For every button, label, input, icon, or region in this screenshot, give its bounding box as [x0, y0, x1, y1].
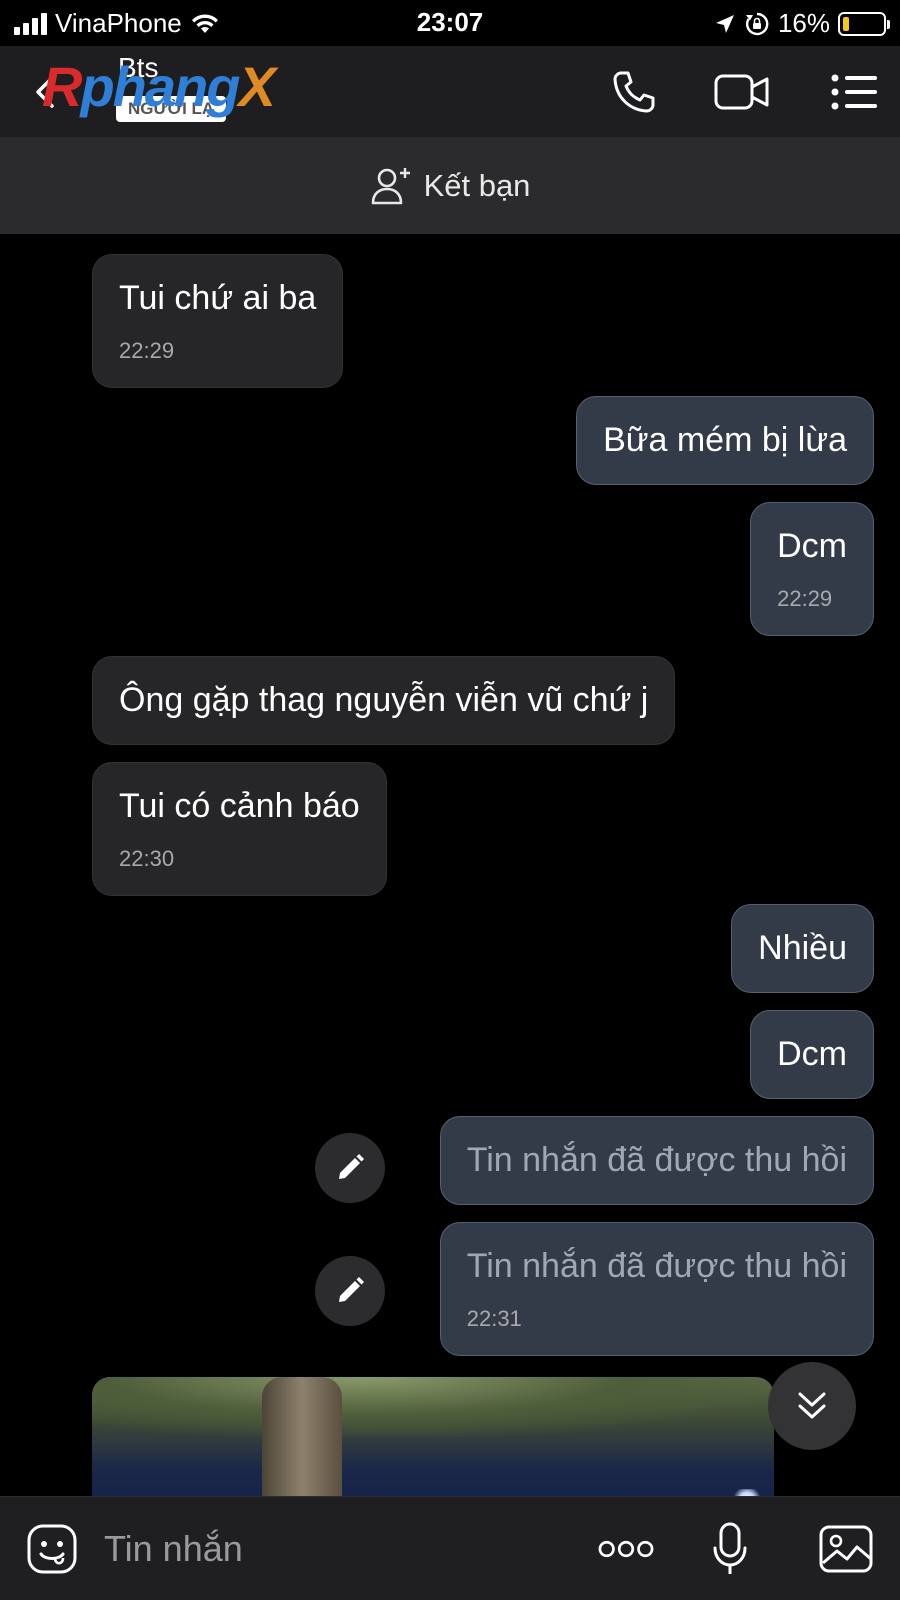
microphone-icon	[713, 1522, 747, 1574]
add-friend-label: Kết bạn	[423, 168, 531, 203]
video-call-icon	[714, 74, 769, 110]
photo-tree-trunk	[262, 1377, 342, 1496]
message-text: Ông gặp thag nguyễn viễn vũ chứ j	[119, 681, 649, 719]
sticker-button[interactable]	[24, 1521, 80, 1577]
orientation-lock-icon	[745, 12, 769, 35]
message-time: 22:30	[119, 846, 175, 872]
message-time: 22:31	[466, 1306, 522, 1332]
stranger-badge: NGƯỜI LẠ	[116, 96, 227, 122]
battery-level	[843, 16, 849, 31]
message-time: 22:29	[777, 586, 833, 612]
message-text: Nhiều	[758, 929, 847, 967]
status-bar: VinaPhone 23:07 16%	[0, 0, 900, 46]
battery-icon	[838, 11, 890, 36]
message-time: 22:29	[119, 338, 175, 364]
recalled-message-bubble[interactable]: Tin nhắn đã được thu hồi 22:31	[439, 1222, 874, 1357]
voice-button[interactable]	[702, 1521, 758, 1577]
composer-bar	[0, 1496, 900, 1600]
message-bubble[interactable]: Nhiều	[731, 904, 874, 994]
sticker-icon	[27, 1524, 77, 1574]
message-bubble[interactable]: Bữa mém bị lừa	[576, 396, 874, 486]
message-text: Tui có cảnh báo	[119, 787, 360, 825]
photo-thumbnail[interactable]	[92, 1377, 774, 1496]
message-bubble[interactable]: Tui chứ ai ba 22:29	[92, 254, 344, 389]
double-chevron-down-icon	[798, 1392, 826, 1419]
message-list[interactable]: Tui chứ ai ba 22:29 Bữa mém bị lừa Dcm 2…	[0, 234, 900, 1496]
menu-list-icon	[831, 74, 877, 110]
recalled-message-bubble[interactable]: Tin nhắn đã được thu hồi	[439, 1116, 874, 1206]
edit-button[interactable]	[315, 1133, 385, 1203]
phone-icon	[613, 71, 655, 113]
message-bubble[interactable]: Tui có cảnh báo 22:30	[92, 762, 387, 897]
video-call-button[interactable]	[714, 66, 770, 118]
edit-button[interactable]	[315, 1256, 385, 1326]
message-bubble[interactable]: Ông gặp thag nguyễn viễn vũ chứ j	[92, 656, 676, 746]
battery-percentage: 16%	[777, 8, 830, 38]
menu-button[interactable]	[826, 66, 882, 118]
message-text: Dcm	[777, 1035, 847, 1073]
contact-name[interactable]: Bts	[118, 52, 158, 84]
chat-header: Bts NGƯỜI LẠ RphangX	[0, 46, 900, 138]
photo-foliage	[92, 1377, 774, 1437]
message-bubble[interactable]: Dcm	[750, 1010, 874, 1100]
watermark-part: X	[238, 55, 275, 118]
photo-light	[732, 1489, 762, 1496]
add-friend-icon	[371, 168, 410, 205]
message-bubble[interactable]: Dcm 22:29	[750, 502, 874, 637]
message-text: Tui chứ ai ba	[119, 279, 317, 317]
more-icon	[598, 1540, 654, 1558]
call-button[interactable]	[606, 66, 662, 118]
message-text: Tin nhắn đã được thu hồi	[466, 1141, 847, 1179]
image-button[interactable]	[818, 1521, 874, 1577]
message-text: Tin nhắn đã được thu hồi	[466, 1247, 847, 1285]
scroll-to-bottom-button[interactable]	[768, 1362, 856, 1450]
pencil-icon	[339, 1154, 364, 1179]
back-icon[interactable]	[28, 74, 64, 110]
add-friend-button[interactable]: Kết bạn	[0, 138, 900, 234]
location-icon	[715, 14, 734, 33]
message-input[interactable]	[104, 1523, 564, 1575]
message-text: Dcm	[777, 527, 847, 565]
more-button[interactable]	[598, 1521, 654, 1577]
message-text: Bữa mém bị lừa	[603, 421, 847, 459]
pencil-icon	[339, 1277, 364, 1302]
status-bar-right: 16%	[714, 8, 890, 39]
image-icon	[819, 1525, 873, 1573]
